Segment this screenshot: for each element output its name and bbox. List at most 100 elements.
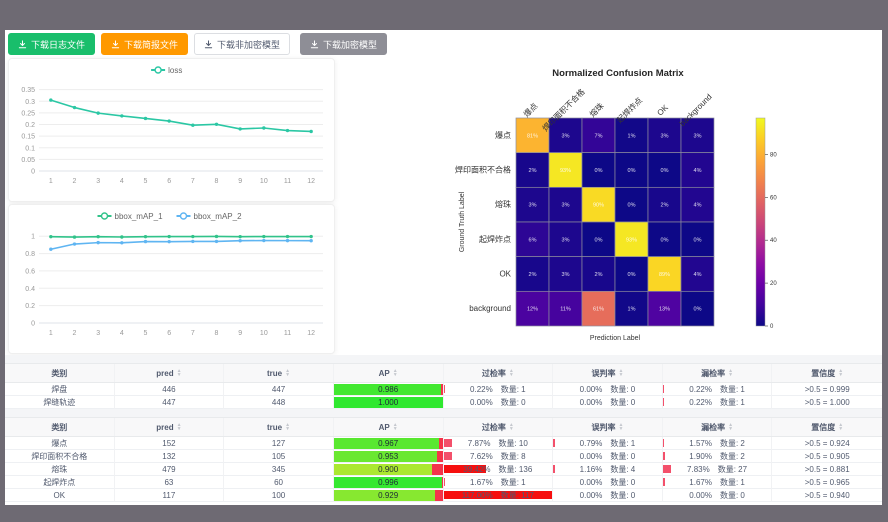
matrix-cell-value: 3% xyxy=(562,272,570,278)
col-header-misjudge[interactable]: 误判率▲▼ xyxy=(553,364,663,382)
x-tick-label: 6 xyxy=(167,178,171,185)
rate-values: 0.00%数量: 0 xyxy=(580,384,636,395)
download-log-button[interactable]: 下载日志文件 xyxy=(8,33,95,55)
col-header-label: 置信度 xyxy=(811,422,835,433)
col-header-label: pred xyxy=(156,369,173,378)
table-divider xyxy=(5,409,882,417)
confidence-cell: >0.5 = 0.965 xyxy=(772,476,882,489)
legend-item-loss[interactable]: loss xyxy=(151,66,182,75)
matrix-cell-value: 81% xyxy=(527,133,538,139)
x-tick-label: 8 xyxy=(215,178,219,185)
col-header-ap[interactable]: AP▲▼ xyxy=(334,364,444,382)
matrix-cell-value: 2% xyxy=(529,272,537,278)
bbox-map-line-chart: bbox_mAP_1bbox_mAP_200.20.40.60.81123456… xyxy=(9,205,332,351)
rate-count: 数量: 1 xyxy=(720,477,745,488)
x-tick-label: 12 xyxy=(307,330,315,337)
rate-values: 1.90%数量: 2 xyxy=(689,451,745,462)
download-encrypted-model-button[interactable]: 下载加密模型 xyxy=(300,33,387,55)
table-row: 熔珠4793450.90039.42%数量: 1361.16%数量: 47.83… xyxy=(5,463,882,476)
rate-count: 数量: 0 xyxy=(610,451,635,462)
confidence-cell: >0.5 = 0.999 xyxy=(772,383,882,396)
col-header-pred[interactable]: pred ▲▼ xyxy=(115,364,225,382)
matrix-cell-value: 7% xyxy=(595,133,603,139)
sort-icon[interactable]: ▲▼ xyxy=(285,369,290,377)
y-tick-label: 0 xyxy=(31,169,35,176)
data-point xyxy=(262,235,265,238)
col-header-confidence[interactable]: 置信度▲▼ xyxy=(772,418,882,436)
download-report-button[interactable]: 下载简报文件 xyxy=(101,33,188,55)
download-plain-model-button[interactable]: 下载非加密模型 xyxy=(194,33,290,55)
y-tick-label: 0.25 xyxy=(21,110,35,117)
data-point xyxy=(144,117,147,120)
sort-icon[interactable]: ▲▼ xyxy=(618,369,623,377)
sort-icon[interactable]: ▲▼ xyxy=(618,423,623,431)
sort-icon[interactable]: ▲▼ xyxy=(838,423,843,431)
x-tick-label: 12 xyxy=(307,178,315,185)
rate-percent: 0.00% xyxy=(470,398,493,407)
cell-true: 447 xyxy=(224,383,334,396)
sort-icon[interactable]: ▲▼ xyxy=(177,369,182,377)
data-point xyxy=(238,127,241,130)
rate-bar xyxy=(663,465,672,473)
series-line-loss xyxy=(51,100,311,131)
col-header-miss[interactable]: 漏检率▲▼ xyxy=(663,364,773,382)
cell-class-name: 焊缝轨迹 xyxy=(5,396,115,409)
sort-icon[interactable]: ▲▼ xyxy=(728,423,733,431)
legend-item-bbox_mAP_1[interactable]: bbox_mAP_1 xyxy=(98,212,164,221)
series-line-bbox_mAP_1 xyxy=(51,236,311,237)
legend-label: bbox_mAP_1 xyxy=(115,212,164,221)
x-tick-label: 3 xyxy=(96,178,100,185)
col-header-true[interactable]: true▲▼ xyxy=(224,418,334,436)
table-row: OK1171000.929117.00%数量: 1170.00%数量: 00.0… xyxy=(5,489,882,502)
table-row: 焊盘4464470.9860.22%数量: 10.00%数量: 00.22%数量… xyxy=(5,383,882,396)
col-header-ap[interactable]: AP▲▼ xyxy=(334,418,444,436)
data-point xyxy=(286,129,289,132)
sort-icon[interactable]: ▲▼ xyxy=(393,423,398,431)
col-header-misjudge[interactable]: 误判率▲▼ xyxy=(553,418,663,436)
miss-rate-cell: 7.83%数量: 27 xyxy=(663,463,773,476)
y-tick-label: 0.4 xyxy=(25,286,35,293)
data-point xyxy=(215,240,218,243)
rate-bar xyxy=(663,439,665,447)
matrix-cell-value: 3% xyxy=(562,237,570,243)
col-header-overkill[interactable]: 过检率▲▼ xyxy=(444,364,554,382)
sort-icon[interactable]: ▲▼ xyxy=(509,423,514,431)
rate-percent: 0.00% xyxy=(580,452,603,461)
legend-item-bbox_mAP_2[interactable]: bbox_mAP_2 xyxy=(177,212,243,221)
y-tick-label: 0.2 xyxy=(25,122,35,129)
download-icon xyxy=(310,40,319,49)
misjudge-rate-cell: 0.00%数量: 0 xyxy=(553,489,663,502)
sort-icon[interactable]: ▲▼ xyxy=(728,369,733,377)
rate-count: 数量: 117 xyxy=(501,490,534,501)
rate-percent: 39.42% xyxy=(463,465,490,474)
col-header-class: 类别 xyxy=(5,364,115,382)
rate-values: 39.42%数量: 136 xyxy=(463,464,532,475)
col-header-overkill[interactable]: 过检率▲▼ xyxy=(444,418,554,436)
sort-icon[interactable]: ▲▼ xyxy=(285,423,290,431)
matrix-title: Normalized Confusion Matrix xyxy=(552,68,684,79)
col-header-miss[interactable]: 漏检率▲▼ xyxy=(663,418,773,436)
sort-icon[interactable]: ▲▼ xyxy=(838,369,843,377)
ap-bar-track: 0.953 xyxy=(334,451,443,462)
matrix-row-label: background xyxy=(469,304,511,313)
rate-values: 0.00% 数量: 0 xyxy=(580,451,636,462)
table-header-row: 类别pred▲▼true▲▼AP▲▼过检率▲▼误判率▲▼漏检率▲▼置信度▲▼ xyxy=(5,363,882,383)
rate-percent: 1.90% xyxy=(689,452,712,461)
rate-count: 数量: 1 xyxy=(501,477,526,488)
rate-values: 7.62%数量: 8 xyxy=(470,451,526,462)
sort-icon[interactable]: ▲▼ xyxy=(509,369,514,377)
y-tick-label: 0 xyxy=(31,321,35,328)
rate-values: 0.00%数量: 0 xyxy=(470,397,526,408)
rate-bar xyxy=(663,452,665,460)
sort-icon[interactable]: ▲▼ xyxy=(393,369,398,377)
data-point xyxy=(73,242,76,245)
rate-percent: 0.00% xyxy=(580,478,603,487)
sort-icon[interactable]: ▲▼ xyxy=(177,423,182,431)
col-header-true[interactable]: true▲▼ xyxy=(224,364,334,382)
col-header-pred[interactable]: pred▲▼ xyxy=(115,418,225,436)
data-point xyxy=(238,235,241,238)
matrix-cell-value: 3% xyxy=(562,133,570,139)
x-tick-label: 3 xyxy=(96,330,100,337)
data-point xyxy=(49,98,52,101)
col-header-confidence[interactable]: 置信度▲▼ xyxy=(772,364,882,382)
